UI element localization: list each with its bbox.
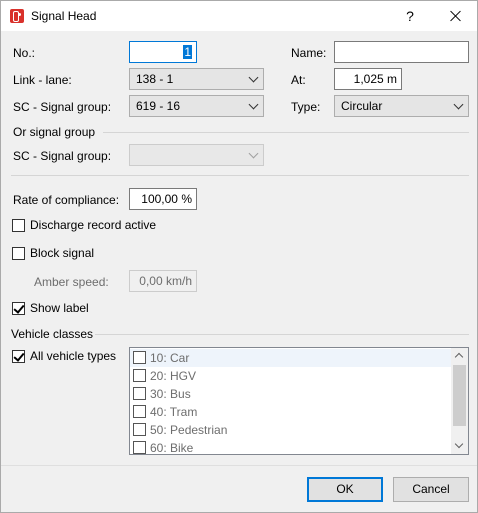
vehicle-class-label: 60: Bike <box>150 441 194 455</box>
ok-button[interactable]: OK <box>307 477 383 502</box>
block-signal-checkbox[interactable] <box>12 247 25 260</box>
scroll-down-icon[interactable] <box>454 439 464 449</box>
section-divider <box>11 175 469 176</box>
show-label-checkbox[interactable] <box>12 302 25 315</box>
vehicle-class-label: 40: Tram <box>150 405 198 419</box>
vehicle-class-label: 20: HGV <box>150 369 197 383</box>
no-label: No.: <box>13 46 36 60</box>
amber-speed-label: Amber speed: <box>34 275 109 289</box>
no-value: 1 <box>183 45 192 59</box>
vehicle-classes-list[interactable]: 10: Car 20: HGV 30: Bus 40: Tram 50: Ped… <box>129 347 469 455</box>
signal-head-icon <box>10 9 24 23</box>
rate-of-compliance-field[interactable]: 100,00 % <box>129 188 197 210</box>
vehicle-class-label: 30: Bus <box>150 387 191 401</box>
vehicle-class-checkbox[interactable] <box>133 441 146 454</box>
cancel-button[interactable]: Cancel <box>393 477 469 502</box>
vehicle-class-checkbox[interactable] <box>133 369 146 382</box>
signal-head-dialog: Signal Head ? No.: 1 Name: Link - lane: … <box>0 0 478 513</box>
link-lane-label: Link - lane: <box>13 73 72 87</box>
vehicle-class-checkbox[interactable] <box>133 405 146 418</box>
all-vehicle-types-checkbox[interactable] <box>12 350 25 363</box>
list-item[interactable]: 40: Tram <box>130 403 452 421</box>
list-item[interactable]: 60: Bike <box>130 439 452 455</box>
at-label: At: <box>291 73 306 87</box>
at-field[interactable]: 1,025 m <box>334 68 402 90</box>
vertical-scrollbar[interactable] <box>451 348 468 454</box>
list-item[interactable]: 30: Bus <box>130 385 452 403</box>
vehicle-classes-divider <box>95 334 469 335</box>
help-button[interactable]: ? <box>395 5 425 27</box>
vehicle-class-checkbox[interactable] <box>133 387 146 400</box>
amber-speed-field[interactable]: 0,00 km/h <box>129 270 197 292</box>
chevron-down-icon <box>248 72 259 83</box>
discharge-record-label[interactable]: Discharge record active <box>30 218 156 232</box>
list-item[interactable]: 50: Pedestrian <box>130 421 452 439</box>
type-dropdown[interactable]: Circular <box>334 95 469 117</box>
close-icon[interactable] <box>439 5 473 27</box>
dialog-footer: OK Cancel <box>1 465 477 512</box>
vehicle-class-checkbox[interactable] <box>133 351 146 364</box>
sc-signal-group-label: SC - Signal group: <box>13 100 112 114</box>
all-vehicle-types-label[interactable]: All vehicle types <box>30 349 116 363</box>
group-divider <box>103 132 469 133</box>
chevron-down-icon <box>453 99 464 110</box>
list-item[interactable]: 20: HGV <box>130 367 452 385</box>
chevron-down-icon <box>248 148 259 159</box>
title-bar: Signal Head ? <box>1 1 477 31</box>
type-label: Type: <box>291 100 321 114</box>
rate-of-compliance-label: Rate of compliance: <box>13 193 120 207</box>
vehicle-class-label: 50: Pedestrian <box>150 423 228 437</box>
name-field[interactable] <box>334 41 469 63</box>
scroll-thumb[interactable] <box>453 365 466 426</box>
vehicle-class-label: 10: Car <box>150 351 190 365</box>
chevron-down-icon <box>248 99 259 110</box>
sc-signal-group-value: 619 - 16 <box>136 99 181 113</box>
alt-sc-signal-group-label: SC - Signal group: <box>13 149 112 163</box>
link-lane-dropdown[interactable]: 138 - 1 <box>129 68 264 90</box>
show-label-label[interactable]: Show label <box>30 301 89 315</box>
window-title: Signal Head <box>31 9 97 23</box>
type-value: Circular <box>341 99 383 113</box>
name-label: Name: <box>291 46 327 60</box>
vehicle-classes-heading: Vehicle classes <box>11 327 94 341</box>
discharge-record-checkbox[interactable] <box>12 219 25 232</box>
no-field[interactable]: 1 <box>129 41 197 63</box>
link-lane-value: 138 - 1 <box>136 72 174 86</box>
list-item[interactable]: 10: Car <box>130 349 452 367</box>
block-signal-label[interactable]: Block signal <box>30 246 94 260</box>
or-signal-group-heading: Or signal group <box>13 125 96 139</box>
vehicle-class-checkbox[interactable] <box>133 423 146 436</box>
scroll-up-icon[interactable] <box>454 352 464 362</box>
alt-sc-signal-group-dropdown[interactable] <box>129 144 264 166</box>
sc-signal-group-dropdown[interactable]: 619 - 16 <box>129 95 264 117</box>
